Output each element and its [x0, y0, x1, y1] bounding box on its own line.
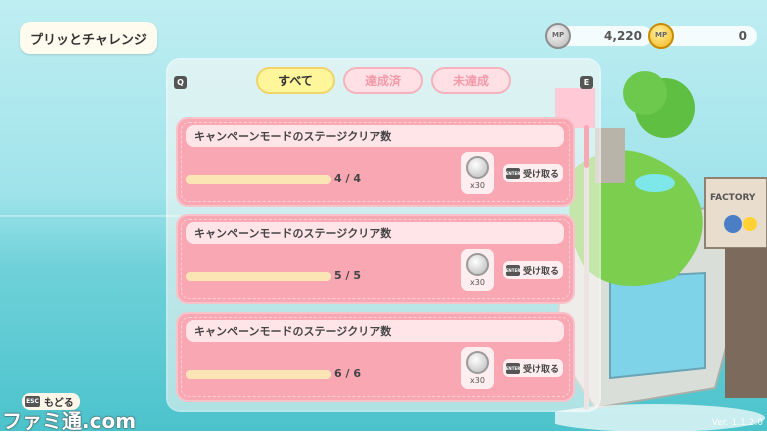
enter-key-icon: ENTER	[506, 264, 520, 276]
enter-key-icon: ENTER	[506, 167, 520, 179]
reward-quantity: x30	[470, 376, 485, 385]
tab-prev-key-hint[interactable]: Q	[174, 76, 187, 89]
page-title: プリッとチャレンジ	[20, 22, 157, 54]
silver-coin-icon	[466, 253, 489, 276]
gold-coin-amount: 0	[738, 29, 747, 43]
progress-bar	[186, 175, 331, 184]
tab-not-achieved[interactable]: 未達成	[431, 67, 511, 94]
reward-quantity: x30	[470, 181, 485, 190]
silver-coin-amount: 4,220	[604, 29, 642, 43]
claim-label: 受け取る	[523, 364, 560, 375]
gold-coin-icon: MP	[648, 23, 674, 49]
progress-count: 4 / 4	[334, 172, 361, 185]
progress-count: 5 / 5	[334, 269, 361, 282]
silver-coin-icon	[466, 156, 489, 179]
claim-label: 受け取る	[523, 266, 560, 277]
silver-coin-icon	[466, 351, 489, 374]
reward-box: x30	[461, 347, 494, 389]
reward-box: x30	[461, 152, 494, 194]
watermark-logo: ファミ通.com	[2, 409, 137, 433]
scrollbar[interactable]	[584, 125, 589, 410]
challenge-card: キャンペーンモードのステージクリア数 6 / 6 x30 ENTER 受け取る	[178, 314, 573, 400]
tab-achieved[interactable]: 達成済	[343, 67, 423, 94]
silver-coin-icon: MP	[545, 23, 571, 49]
claim-label: 受け取る	[523, 169, 560, 180]
progress-bar	[186, 272, 331, 281]
progress-bar-fill	[186, 370, 331, 379]
tab-next-key-hint[interactable]: E	[580, 76, 593, 89]
challenge-title: キャンペーンモードのステージクリア数	[186, 320, 564, 342]
claim-button[interactable]: ENTER 受け取る	[503, 261, 563, 279]
progress-bar-fill	[186, 272, 331, 281]
progress-bar	[186, 370, 331, 379]
progress-bar-fill	[186, 175, 331, 184]
reward-quantity: x30	[470, 278, 485, 287]
tab-all[interactable]: すべて	[256, 67, 335, 94]
challenge-card: キャンペーンモードのステージクリア数 5 / 5 x30 ENTER 受け取る	[178, 216, 573, 302]
claim-button[interactable]: ENTER 受け取る	[503, 359, 563, 377]
progress-count: 6 / 6	[334, 367, 361, 380]
version-label: Ver. 1.1.2.0	[711, 418, 763, 428]
challenge-title: キャンペーンモードのステージクリア数	[186, 222, 564, 244]
challenge-card: キャンペーンモードのステージクリア数 4 / 4 x30 ENTER 受け取る	[178, 119, 573, 205]
scrollbar-thumb[interactable]	[584, 125, 589, 168]
reward-box: x30	[461, 249, 494, 291]
challenge-title: キャンペーンモードのステージクリア数	[186, 125, 564, 147]
enter-key-icon: ENTER	[506, 362, 520, 374]
factory-sign: FACTORY	[710, 193, 756, 203]
claim-button[interactable]: ENTER 受け取る	[503, 164, 563, 182]
silver-coin-counter: 4,220	[558, 26, 652, 46]
